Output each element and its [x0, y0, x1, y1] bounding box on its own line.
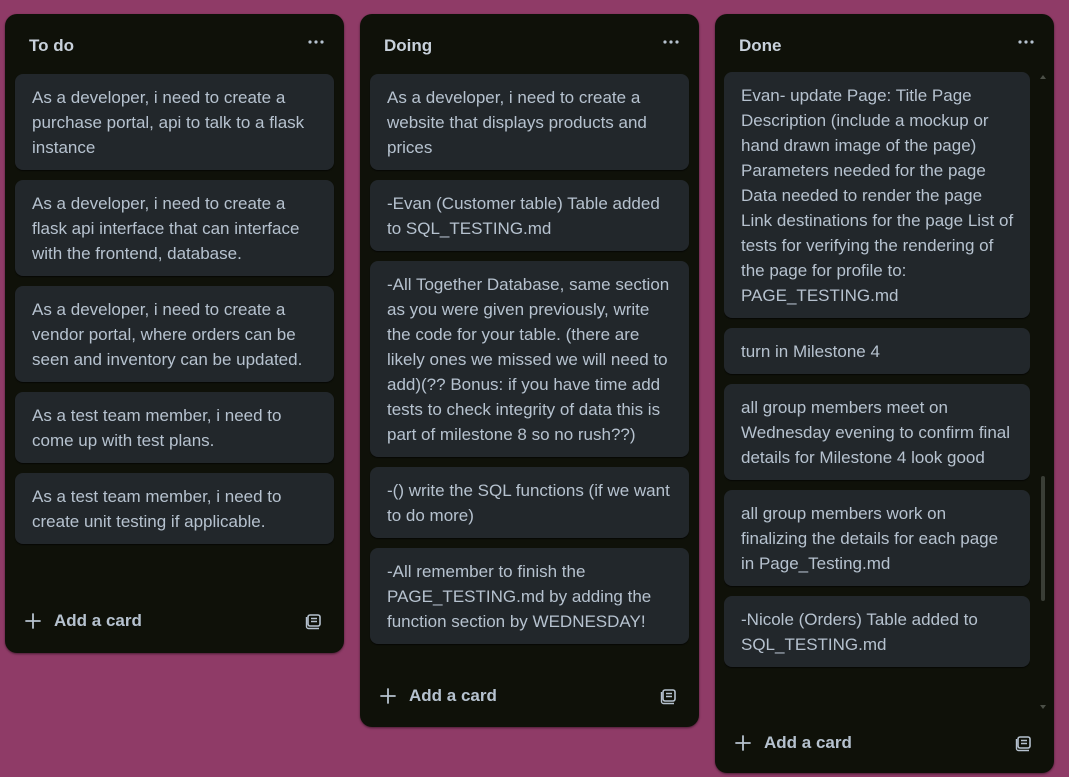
list-menu-button[interactable]	[661, 32, 681, 52]
scroll-thumb[interactable]	[1041, 476, 1045, 601]
card[interactable]: As a developer, i need to create a websi…	[370, 74, 689, 170]
add-card-button[interactable]: Add a card	[23, 611, 142, 631]
list-title[interactable]: Doing	[384, 36, 432, 56]
ellipsis-icon	[308, 40, 324, 44]
add-card-label: Add a card	[764, 733, 852, 752]
plus-icon	[735, 735, 751, 751]
add-card-button[interactable]: Add a card	[378, 686, 497, 706]
list-doing: Doing As a developer, i need to create a…	[360, 14, 699, 727]
card[interactable]: turn in Milestone 4	[724, 328, 1030, 374]
list-menu-button[interactable]	[1016, 32, 1036, 52]
card-template-icon	[305, 614, 321, 630]
card[interactable]: -All Together Database, same section as …	[370, 261, 689, 457]
create-from-template-button[interactable]	[305, 612, 323, 630]
add-card-button[interactable]: Add a card	[733, 733, 852, 753]
list-menu-button[interactable]	[306, 32, 326, 52]
card-template-icon	[660, 689, 676, 705]
card[interactable]: As a test team member, i need to create …	[15, 473, 334, 544]
ellipsis-icon	[663, 40, 679, 44]
card[interactable]: -Nicole (Orders) Table added to SQL_TEST…	[724, 596, 1030, 667]
list-title[interactable]: Done	[739, 36, 782, 56]
card[interactable]: -All remember to finish the PAGE_TESTING…	[370, 548, 689, 644]
card-list: As a developer, i need to create a purch…	[15, 74, 334, 554]
card[interactable]: -Evan (Customer table) Table added to SQ…	[370, 180, 689, 251]
card-template-icon	[1015, 736, 1031, 752]
create-from-template-button[interactable]	[1015, 734, 1033, 752]
card[interactable]: -() write the SQL functions (if we want …	[370, 467, 689, 538]
list-title[interactable]: To do	[29, 36, 74, 56]
list-done: Done Evan- update Page: Title Page Descr…	[715, 14, 1054, 773]
ellipsis-icon	[1018, 40, 1034, 44]
card[interactable]: As a developer, i need to create a flask…	[15, 180, 334, 276]
card[interactable]: As a developer, i need to create a purch…	[15, 74, 334, 170]
card[interactable]: Evan- update Page: Title Page Descriptio…	[724, 72, 1030, 318]
card-list-scrollbar[interactable]	[1038, 72, 1048, 712]
scroll-up-arrow-icon[interactable]	[1038, 72, 1048, 82]
list-todo: To do As a developer, i need to create a…	[5, 14, 344, 653]
card[interactable]: all group members meet on Wednesday even…	[724, 384, 1030, 480]
card-list: Evan- update Page: Title Page Descriptio…	[724, 72, 1030, 712]
scroll-down-arrow-icon[interactable]	[1038, 702, 1048, 712]
add-card-label: Add a card	[409, 686, 497, 705]
card[interactable]: As a developer, i need to create a vendo…	[15, 286, 334, 382]
create-from-template-button[interactable]	[660, 687, 678, 705]
plus-icon	[25, 613, 41, 629]
card-list: As a developer, i need to create a websi…	[370, 74, 689, 654]
board: To do As a developer, i need to create a…	[0, 0, 1069, 777]
add-card-label: Add a card	[54, 611, 142, 630]
scroll-track[interactable]	[1041, 84, 1045, 700]
card[interactable]: As a test team member, i need to come up…	[15, 392, 334, 463]
plus-icon	[380, 688, 396, 704]
card[interactable]: all group members work on finalizing the…	[724, 490, 1030, 586]
